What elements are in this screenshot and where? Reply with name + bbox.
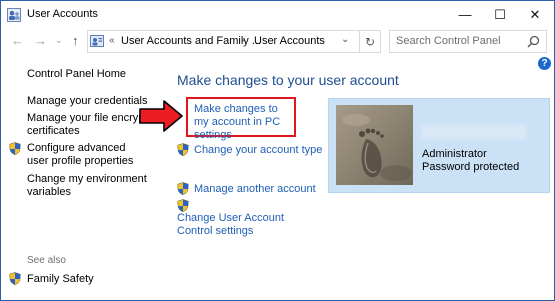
window-title: User Accounts: [27, 8, 98, 20]
close-icon: ✕: [529, 6, 541, 22]
make-changes-pc-settings-link[interactable]: Make changes to my account in PC setting…: [194, 103, 290, 142]
account-password-status: Password protected: [422, 161, 520, 173]
page-title: Make changes to your user account: [177, 72, 399, 88]
breadcrumb-overflow-icon[interactable]: «: [109, 35, 115, 46]
breadcrumb-user-accounts[interactable]: User Accounts: [254, 35, 325, 47]
recent-locations-chevron-icon[interactable]: ⌄: [55, 35, 63, 46]
control-panel-icon: [90, 35, 104, 47]
minimize-icon: —: [458, 7, 472, 22]
red-arrow-icon: [139, 100, 183, 132]
user-accounts-app-icon: [7, 8, 21, 22]
breadcrumb-user-accounts-and-family[interactable]: User Accounts and Family ...: [121, 35, 261, 47]
shield-icon: [177, 199, 189, 212]
refresh-icon: ↻: [364, 34, 376, 49]
avatar: [336, 105, 413, 185]
maximize-button[interactable]: ☐: [483, 1, 517, 28]
help-icon[interactable]: ?: [538, 57, 551, 70]
shield-icon: [177, 143, 189, 156]
see-also-heading: See also: [27, 255, 66, 266]
search-placeholder: Search Control Panel: [396, 35, 501, 47]
change-environment-variables-link[interactable]: Change my environment variables: [27, 173, 147, 199]
account-name-redacted: [422, 125, 527, 139]
shield-icon: [9, 272, 21, 285]
family-safety-link[interactable]: Family Safety: [27, 273, 94, 286]
manage-credentials-link[interactable]: Manage your credentials: [27, 95, 147, 108]
maximize-icon: ☐: [494, 6, 506, 22]
navigation-bar: ← → ⌄ ↑ « User Accounts and Family ... ›…: [1, 29, 554, 53]
change-account-type-link[interactable]: Change your account type: [194, 144, 322, 157]
back-button[interactable]: ←: [11, 33, 24, 48]
user-accounts-window: User Accounts — ☐ ✕ ← → ⌄ ↑ « User Accou…: [0, 0, 555, 301]
refresh-button[interactable]: ↻: [359, 30, 381, 53]
forward-button[interactable]: →: [34, 33, 47, 48]
control-panel-home-link[interactable]: Control Panel Home: [27, 68, 126, 81]
address-bar[interactable]: « User Accounts and Family ... › User Ac…: [87, 30, 360, 53]
account-card: Administrator Password protected: [328, 98, 550, 193]
close-button[interactable]: ✕: [518, 1, 552, 28]
breadcrumb-separator-icon[interactable]: ›: [241, 35, 244, 46]
account-role: Administrator: [422, 148, 487, 160]
shield-icon: [177, 182, 189, 195]
minimize-button[interactable]: —: [448, 1, 482, 28]
title-bar: User Accounts — ☐ ✕: [1, 1, 554, 28]
shield-icon: [9, 142, 21, 155]
change-uac-settings-link[interactable]: Change User Account Control settings: [177, 212, 317, 238]
manage-another-account-link[interactable]: Manage another account: [194, 183, 316, 196]
configure-advanced-profile-link[interactable]: Configure advanced user profile properti…: [27, 142, 147, 168]
up-button[interactable]: ↑: [72, 33, 79, 48]
search-icon: [527, 35, 540, 48]
address-dropdown-icon[interactable]: ⌄: [341, 34, 349, 45]
search-input[interactable]: Search Control Panel: [389, 30, 547, 53]
